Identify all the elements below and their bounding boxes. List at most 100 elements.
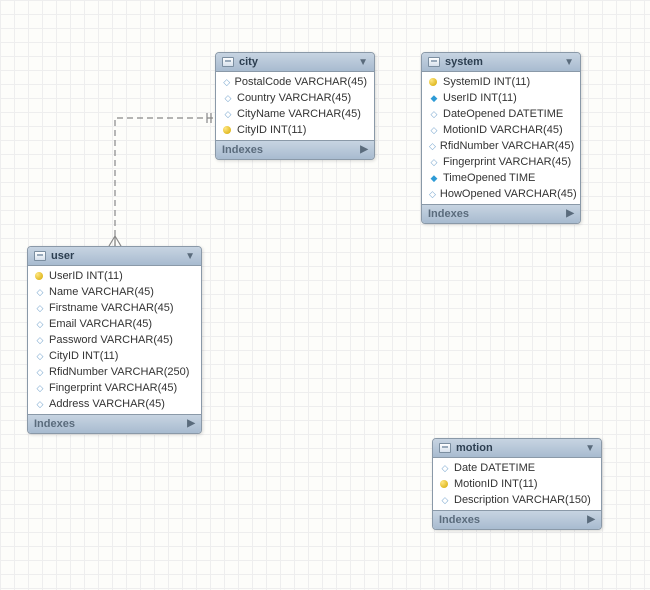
columns-list: UserID INT(11) ◇ Name VARCHAR(45) ◇ Firstnam… — [28, 266, 201, 414]
table-icon — [428, 57, 440, 67]
columns-list: ◇PostalCode VARCHAR(45)◇Country VARCHAR(… — [216, 72, 374, 140]
column-label: CityID INT(11) — [237, 124, 306, 136]
primary-key-icon — [440, 480, 448, 488]
column-row[interactable]: ◇ HowOpened VARCHAR(45) — [422, 186, 580, 202]
collapse-icon[interactable]: ▼ — [585, 443, 595, 454]
column-label: RfidNumber VARCHAR(45) — [440, 140, 574, 152]
collapse-icon[interactable]: ▼ — [185, 251, 195, 262]
table-header[interactable]: user ▼ — [28, 247, 201, 266]
indexes-label: Indexes — [439, 514, 480, 526]
column-row[interactable]: ◇ Email VARCHAR(45) — [28, 316, 201, 332]
column-label: UserID INT(11) — [443, 92, 517, 104]
column-row[interactable]: ◆ UserID INT(11) — [422, 90, 580, 106]
column-label: RfidNumber VARCHAR(250) — [49, 366, 189, 378]
column-icon: ◇ — [35, 367, 45, 378]
collapse-icon[interactable]: ▼ — [358, 57, 368, 68]
collapse-icon[interactable]: ▼ — [564, 57, 574, 68]
column-row[interactable]: ◇ Fingerprint VARCHAR(45) — [28, 380, 201, 396]
column-label: Description VARCHAR(150) — [454, 494, 591, 506]
indexes-label: Indexes — [34, 418, 75, 430]
column-label: CityName VARCHAR(45) — [237, 108, 361, 120]
column-label: HowOpened VARCHAR(45) — [440, 188, 577, 200]
column-icon: ◇ — [429, 125, 439, 136]
column-row[interactable]: ◇ RfidNumber VARCHAR(45) — [422, 138, 580, 154]
column-row[interactable]: MotionID INT(11) — [433, 476, 601, 492]
column-label: Fingerprint VARCHAR(45) — [443, 156, 571, 168]
column-icon: ◇ — [223, 93, 233, 104]
column-icon: ◇ — [429, 141, 436, 152]
indexes-section[interactable]: Indexes ▶ — [433, 510, 601, 529]
column-label: Name VARCHAR(45) — [49, 286, 154, 298]
column-row[interactable]: ◇ MotionID VARCHAR(45) — [422, 122, 580, 138]
column-icon: ◇ — [35, 383, 45, 394]
column-label: Password VARCHAR(45) — [49, 334, 173, 346]
column-label: CityID INT(11) — [49, 350, 118, 362]
table-city[interactable]: city ▼ ◇PostalCode VARCHAR(45)◇Country V… — [215, 52, 375, 160]
column-row[interactable]: ◇ Date DATETIME — [433, 460, 601, 476]
expand-icon: ▶ — [587, 514, 595, 526]
column-icon: ◇ — [35, 303, 45, 314]
column-row[interactable]: ◇ Fingerprint VARCHAR(45) — [422, 154, 580, 170]
column-row[interactable]: ◇ RfidNumber VARCHAR(250) — [28, 364, 201, 380]
column-label: Email VARCHAR(45) — [49, 318, 152, 330]
table-motion[interactable]: motion ▼ ◇ Date DATETIME MotionID INT(11) ◇… — [432, 438, 602, 530]
column-row[interactable]: ◇ CityID INT(11) — [28, 348, 201, 364]
column-row[interactable]: ◇DateOpened DATETIME — [422, 106, 580, 122]
indexes-label: Indexes — [222, 144, 263, 156]
column-row[interactable]: ◇ Firstname VARCHAR(45) — [28, 300, 201, 316]
column-label: UserID INT(11) — [49, 270, 123, 282]
column-label: Date DATETIME — [454, 462, 535, 474]
column-row[interactable]: SystemID INT(11) — [422, 74, 580, 90]
column-label: PostalCode VARCHAR(45) — [235, 76, 367, 88]
indexes-section[interactable]: Indexes ▶ — [28, 414, 201, 433]
table-header[interactable]: system ▼ — [422, 53, 580, 72]
column-row[interactable]: ◆TimeOpened TIME — [422, 170, 580, 186]
column-row[interactable]: ◇ Password VARCHAR(45) — [28, 332, 201, 348]
column-row[interactable]: ◇ Name VARCHAR(45) — [28, 284, 201, 300]
table-header[interactable]: motion ▼ — [433, 439, 601, 458]
column-icon: ◇ — [35, 319, 45, 330]
column-label: DateOpened DATETIME — [443, 108, 563, 120]
table-title: user — [51, 250, 74, 262]
column-label: Firstname VARCHAR(45) — [49, 302, 174, 314]
columns-list: SystemID INT(11)◆UserID INT(11)◇DateOpen… — [422, 72, 580, 204]
column-row[interactable]: ◇ Country VARCHAR(45) — [216, 90, 374, 106]
column-icon: ◇ — [223, 109, 233, 120]
column-label: Fingerprint VARCHAR(45) — [49, 382, 177, 394]
table-icon — [439, 443, 451, 453]
primary-key-icon — [429, 78, 437, 86]
table-title: motion — [456, 442, 493, 454]
table-icon — [34, 251, 46, 261]
table-system[interactable]: system ▼ SystemID INT(11) ◆ UserID INT(11)… — [421, 52, 581, 224]
column-row[interactable]: ◇ PostalCode VARCHAR(45) — [216, 74, 374, 90]
table-header[interactable]: city ▼ — [216, 53, 374, 72]
table-user[interactable]: user ▼ UserID INT(11) ◇ Name VARCHAR(45) ◇ F… — [27, 246, 202, 434]
indexes-section[interactable]: Indexes ▶ — [216, 140, 374, 159]
column-label: Address VARCHAR(45) — [49, 398, 165, 410]
column-icon: ◇ — [35, 287, 45, 298]
column-label: MotionID INT(11) — [454, 478, 538, 490]
primary-key-icon — [35, 272, 43, 280]
column-label: Country VARCHAR(45) — [237, 92, 351, 104]
expand-icon: ▶ — [187, 418, 195, 430]
primary-key-icon — [223, 126, 231, 134]
notnull-column-icon: ◆ — [429, 173, 439, 184]
indexes-label: Indexes — [428, 208, 469, 220]
column-row[interactable]: UserID INT(11) — [28, 268, 201, 284]
column-row[interactable]: ◇ CityName VARCHAR(45) — [216, 106, 374, 122]
column-row[interactable]: ◇Address VARCHAR(45) — [28, 396, 201, 412]
column-icon: ◇ — [223, 77, 231, 88]
indexes-section[interactable]: Indexes ▶ — [422, 204, 580, 223]
column-icon: ◇ — [440, 495, 450, 506]
column-label: SystemID INT(11) — [443, 76, 530, 88]
notnull-column-icon: ◆ — [429, 93, 439, 104]
column-icon: ◇ — [429, 157, 439, 168]
column-icon: ◇ — [35, 351, 45, 362]
column-icon: ◇ — [440, 463, 450, 474]
column-row[interactable]: CityID INT(11) — [216, 122, 374, 138]
column-row[interactable]: ◇ Description VARCHAR(150) — [433, 492, 601, 508]
column-icon: ◇ — [35, 335, 45, 346]
column-label: MotionID VARCHAR(45) — [443, 124, 563, 136]
expand-icon: ▶ — [566, 208, 574, 220]
column-icon: ◇ — [429, 189, 436, 200]
